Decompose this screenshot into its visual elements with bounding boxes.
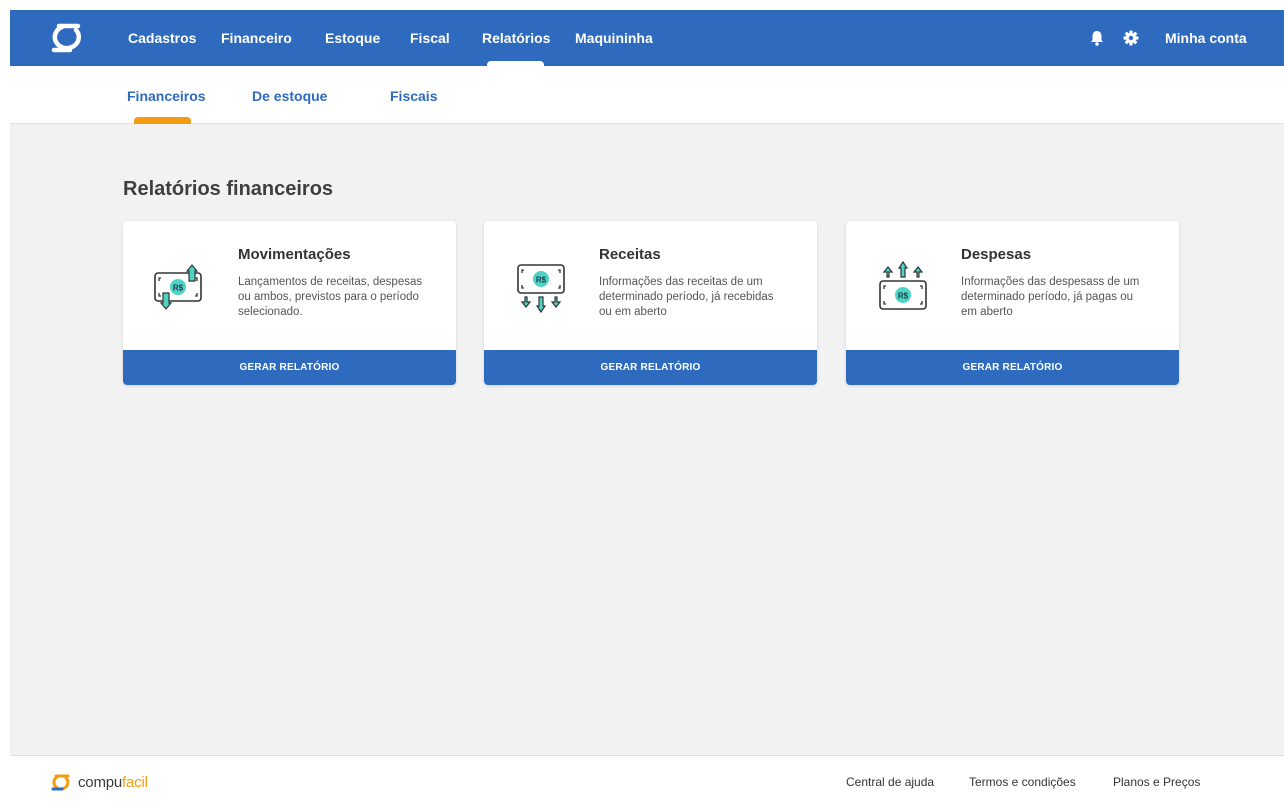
footer-link-central-de-ajuda[interactable]: Central de ajuda <box>846 775 934 789</box>
nav-item-relatorios[interactable]: Relatórios <box>482 10 550 66</box>
app-frame: Cadastros Financeiro Estoque Fiscal Rela… <box>10 10 1284 806</box>
footer-link-planos[interactable]: Planos e Preços <box>1113 775 1200 789</box>
money-symbol: R$ <box>173 284 184 293</box>
footer-logo[interactable]: compufacil <box>50 772 148 792</box>
money-expense-icon: R$ <box>879 260 927 310</box>
footer-brand: compufacil <box>78 773 148 791</box>
card-title: Receitas <box>599 246 661 263</box>
footer-link-termos[interactable]: Termos e condições <box>969 775 1076 789</box>
top-navbar: Cadastros Financeiro Estoque Fiscal Rela… <box>10 10 1284 67</box>
nav-item-financeiro[interactable]: Financeiro <box>221 10 292 66</box>
report-card-receitas: R$ Receitas Informações das receitas de … <box>484 221 817 385</box>
gear-icon[interactable] <box>1121 28 1141 48</box>
active-tab-indicator <box>134 117 191 124</box>
compufacil-logo-icon[interactable] <box>50 22 86 54</box>
card-title: Despesas <box>961 246 1032 263</box>
nav-item-maquininha[interactable]: Maquininha <box>575 10 653 66</box>
generate-report-button[interactable]: GERAR RELATÓRIO <box>484 350 817 385</box>
generate-report-button[interactable]: GERAR RELATÓRIO <box>846 350 1179 385</box>
tab-de-estoque[interactable]: De estoque <box>252 88 327 104</box>
card-description: Lançamentos de receitas, despesas ou amb… <box>238 276 423 318</box>
page-title: Relatórios financeiros <box>123 178 334 200</box>
card-title: Movimentações <box>238 246 351 263</box>
nav-item-fiscal[interactable]: Fiscal <box>410 10 450 66</box>
nav-item-estoque[interactable]: Estoque <box>325 10 380 66</box>
money-income-icon: R$ <box>517 264 565 314</box>
report-card-despesas: R$ Despesas Informações das despesass de… <box>846 221 1179 385</box>
tab-financeiros[interactable]: Financeiros <box>127 88 206 104</box>
report-card-movimentacoes: R$ Movimentações Lançamentos de receitas… <box>123 221 456 385</box>
bell-icon[interactable] <box>1087 28 1107 48</box>
footer: compufacil Central de ajuda Termos e con… <box>10 755 1284 806</box>
card-description: Informações das receitas de um determina… <box>599 276 774 318</box>
money-symbol: R$ <box>536 276 547 285</box>
tab-fiscais[interactable]: Fiscais <box>390 88 437 104</box>
money-exchange-icon: R$ <box>154 264 202 310</box>
account-menu[interactable]: Minha conta <box>1165 10 1247 66</box>
compufacil-logo-icon <box>51 774 70 791</box>
money-symbol: R$ <box>898 292 909 301</box>
generate-report-button[interactable]: GERAR RELATÓRIO <box>123 350 456 385</box>
nav-item-cadastros[interactable]: Cadastros <box>128 10 196 66</box>
card-description: Informações das despesass de um determin… <box>961 276 1140 318</box>
report-tabs: Financeiros De estoque Fiscais <box>10 66 1284 124</box>
